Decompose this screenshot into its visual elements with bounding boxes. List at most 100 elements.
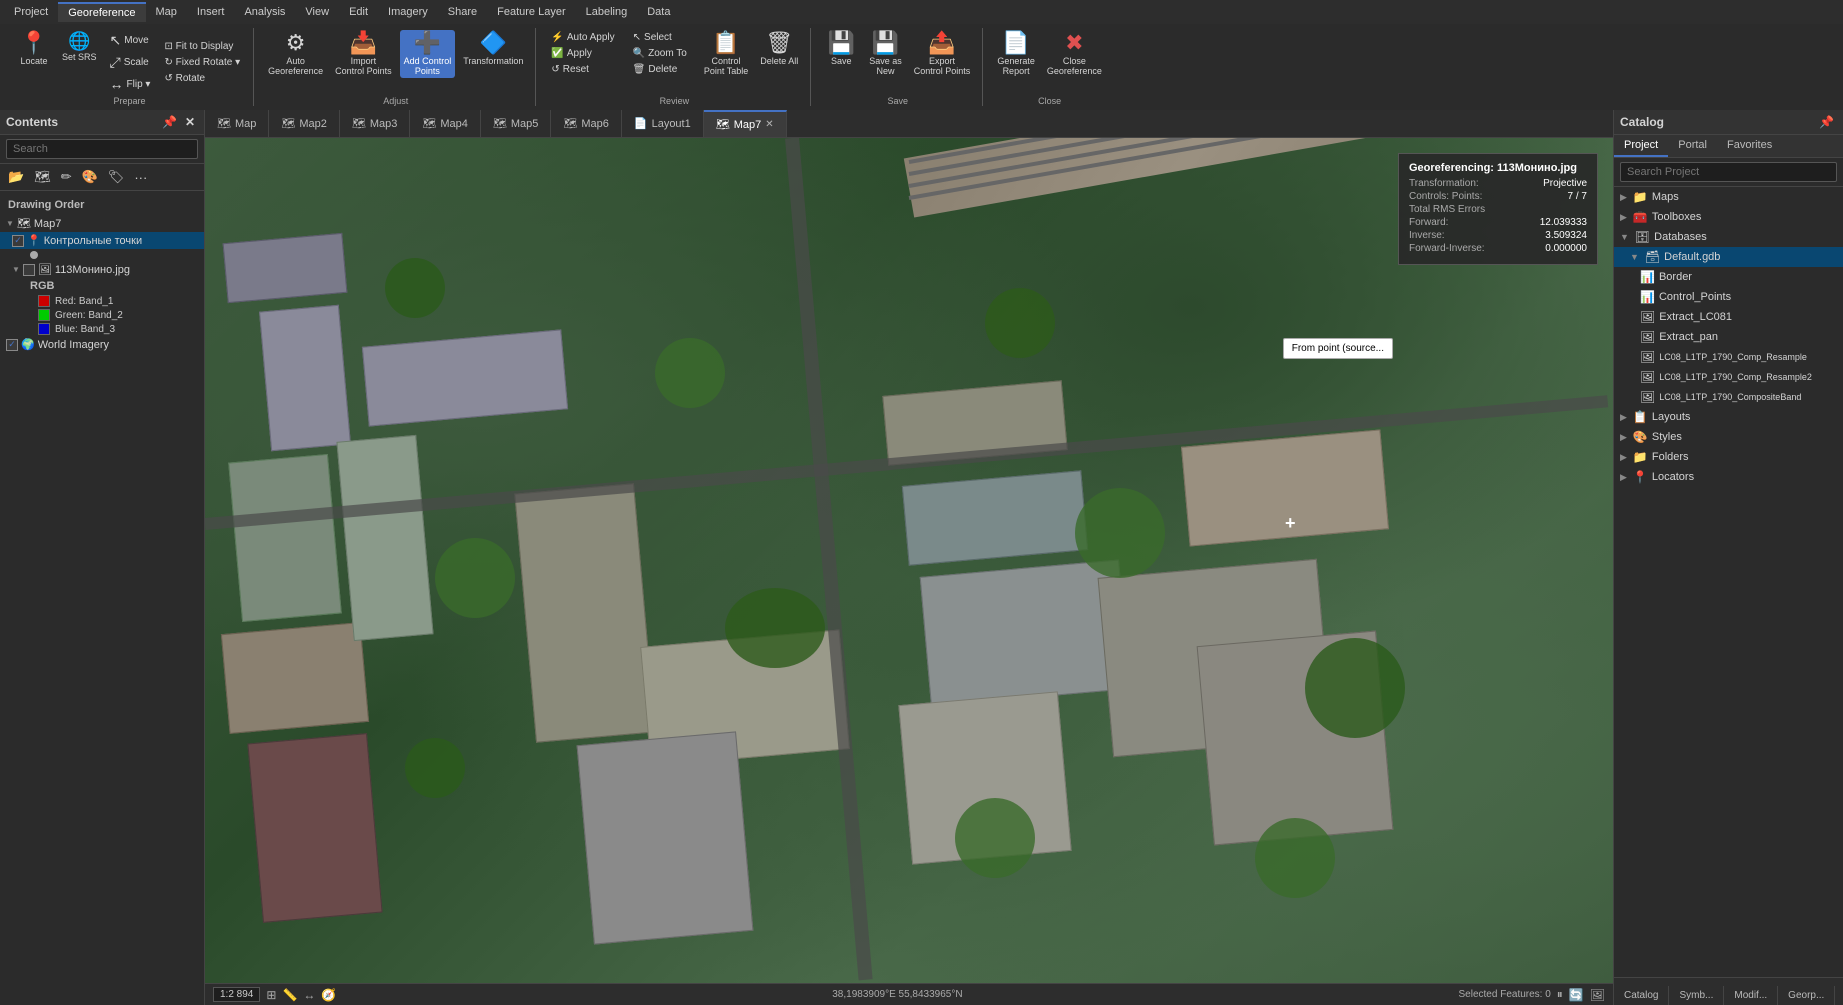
layer-dot bbox=[0, 249, 204, 261]
delete-all-button[interactable]: 🗑 Delete All bbox=[756, 30, 802, 68]
tab-feature-layer[interactable]: Feature Layer bbox=[487, 3, 575, 21]
tab-map6[interactable]: 🗺 Map6 bbox=[551, 110, 622, 137]
tab-georeference[interactable]: Georeference bbox=[58, 2, 145, 22]
add-layer-icon[interactable]: 📂 bbox=[4, 167, 28, 187]
bottom-tab-catalog[interactable]: Catalog bbox=[1614, 986, 1669, 1005]
apply-button[interactable]: ✅ Apply bbox=[546, 46, 619, 61]
set-srs-button[interactable]: 🌐 Set SRS bbox=[58, 30, 101, 94]
catalog-item-styles[interactable]: ▶ 🎨 Styles bbox=[1614, 427, 1843, 447]
generate-report-button[interactable]: 📄 GenerateReport bbox=[993, 30, 1039, 78]
georef-info-panel: Georeferencing: 113Монино.jpg Transforma… bbox=[1398, 153, 1598, 265]
catalog-item-databases[interactable]: ▼ 🗄 Databases bbox=[1614, 227, 1843, 247]
move-button[interactable]: ↖Move bbox=[105, 30, 156, 51]
export-control-points-button[interactable]: 📤 ExportControl Points bbox=[910, 30, 975, 78]
tab-data[interactable]: Data bbox=[637, 3, 680, 21]
catalog-item-lc08-comp2[interactable]: 🖼 LC08_L1TP_1790_Comp_Resample2 bbox=[1614, 367, 1843, 387]
pan-icon[interactable]: ↔ bbox=[303, 988, 315, 1002]
rotate-button[interactable]: ↺ Rotate bbox=[159, 71, 245, 86]
zoom-to-button[interactable]: 🔍 Zoom To bbox=[628, 46, 692, 61]
tab-share[interactable]: Share bbox=[438, 3, 487, 21]
contents-close-icon[interactable]: ✕ bbox=[182, 114, 198, 130]
catalog-item-toolboxes[interactable]: ▶ 🧰 Toolboxes bbox=[1614, 207, 1843, 227]
fixed-rotate-button[interactable]: ↻ Fixed Rotate ▾ bbox=[159, 55, 245, 70]
tab-map7[interactable]: 🗺 Map7 ✕ bbox=[704, 110, 787, 137]
map-viewport[interactable]: Georeferencing: 113Монино.jpg Transforma… bbox=[205, 138, 1613, 983]
tab-map2[interactable]: 🗺 Map2 bbox=[269, 110, 340, 137]
tab-view[interactable]: View bbox=[295, 3, 339, 21]
search-input[interactable] bbox=[6, 139, 198, 159]
catalog-item-lc08-composite[interactable]: 🖼 LC08_L1TP_1790_CompositeBand bbox=[1614, 387, 1843, 407]
catalog-item-control-points[interactable]: 📊 Control_Points bbox=[1614, 287, 1843, 307]
nav-icon[interactable]: 🧭 bbox=[321, 988, 336, 1002]
catalog-pin-icon[interactable]: 📌 bbox=[1816, 114, 1837, 130]
tab-insert[interactable]: Insert bbox=[187, 3, 235, 21]
layer-map7[interactable]: ▼ 🗺 Map7 bbox=[0, 215, 204, 232]
catalog-tab-portal[interactable]: Portal bbox=[1668, 135, 1717, 157]
tab-layout1[interactable]: 📄 Layout1 bbox=[622, 110, 704, 137]
tab-map5[interactable]: 🗺 Map5 bbox=[481, 110, 552, 137]
tab-map[interactable]: 🗺 Map bbox=[205, 110, 269, 137]
catalog-item-layouts[interactable]: ▶ 📋 Layouts bbox=[1614, 407, 1843, 427]
fit-to-button[interactable]: ⊡ Fit to Display bbox=[159, 39, 245, 54]
catalog-item-extract-lc081[interactable]: 🖼 Extract_LC081 bbox=[1614, 307, 1843, 327]
layer-control-points[interactable]: 📍 Контрольные точки bbox=[0, 232, 204, 249]
bottom-tab-symb[interactable]: Symb... bbox=[1669, 986, 1724, 1005]
catalog-tab-project[interactable]: Project bbox=[1614, 135, 1668, 157]
basemap-icon[interactable]: 🗺 bbox=[30, 167, 55, 187]
chevron-right-icon: ▶ bbox=[1620, 472, 1627, 483]
map7-close-icon[interactable]: ✕ bbox=[765, 119, 773, 130]
tab-edit[interactable]: Edit bbox=[339, 3, 378, 21]
scale-icon[interactable]: 📏 bbox=[282, 988, 297, 1002]
layer-world-imagery[interactable]: 🌍 World Imagery bbox=[0, 336, 204, 353]
auto-apply-button[interactable]: ⚡ Auto Apply bbox=[546, 30, 619, 45]
add-control-points-button[interactable]: ➕ Add ControlPoints bbox=[400, 30, 456, 78]
layout-icon: 📋 bbox=[1633, 410, 1648, 424]
bottom-tab-georp[interactable]: Georp... bbox=[1778, 986, 1835, 1005]
tab-analysis[interactable]: Analysis bbox=[234, 3, 295, 21]
symbology-icon[interactable]: 🎨 bbox=[78, 167, 102, 187]
transformation-button[interactable]: 🔷 Transformation bbox=[459, 30, 527, 68]
bottom-tab-modif[interactable]: Modif... bbox=[1724, 986, 1778, 1005]
control-point-table-button[interactable]: 📋 ControlPoint Table bbox=[700, 30, 752, 78]
tab-labeling[interactable]: Labeling bbox=[576, 3, 638, 21]
select-button[interactable]: ↖ Select bbox=[628, 30, 692, 45]
save-as-new-button[interactable]: 💾 Save asNew bbox=[865, 30, 906, 78]
catalog-item-maps[interactable]: ▶ 📁 Maps bbox=[1614, 187, 1843, 207]
catalog-item-lc08-comp1[interactable]: 🖼 LC08_L1TP_1790_Comp_Resample bbox=[1614, 347, 1843, 367]
checkbox-control[interactable] bbox=[12, 235, 24, 247]
more-icon[interactable]: ··· bbox=[130, 168, 151, 187]
locate-button[interactable]: 📍 Locate bbox=[14, 30, 54, 94]
catalog-item-locators[interactable]: ▶ 📍 Locators bbox=[1614, 467, 1843, 487]
item-label: Border bbox=[1659, 271, 1692, 283]
tab-project[interactable]: Project bbox=[4, 3, 58, 21]
contents-pin-icon[interactable]: 📌 bbox=[159, 114, 180, 130]
thumbnail-icon[interactable]: 🖼 bbox=[1590, 988, 1605, 1002]
tab-imagery[interactable]: Imagery bbox=[378, 3, 438, 21]
bottom-tab-creat[interactable]: Creat... bbox=[1835, 986, 1843, 1005]
checkbox-world[interactable] bbox=[6, 339, 18, 351]
catalog-item-folders[interactable]: ▶ 📁 Folders bbox=[1614, 447, 1843, 467]
tab-map3[interactable]: 🗺 Map3 bbox=[340, 110, 411, 137]
catalog-item-border[interactable]: 📊 Border bbox=[1614, 267, 1843, 287]
auto-georeference-button[interactable]: ⚙ AutoGeoreference bbox=[264, 30, 327, 78]
layer-monino[interactable]: ▼ 🖼 113Монино.jpg bbox=[0, 261, 204, 278]
tab-map[interactable]: Map bbox=[146, 3, 187, 21]
import-control-points-button[interactable]: 📥 ImportControl Points bbox=[331, 30, 396, 78]
catalog-tab-favorites[interactable]: Favorites bbox=[1717, 135, 1782, 157]
save-button[interactable]: 💾 Save bbox=[821, 30, 861, 68]
close-georeference-button[interactable]: ✖ CloseGeoreference bbox=[1043, 30, 1106, 78]
label-icon[interactable]: 🏷 bbox=[104, 167, 129, 187]
catalog-search-input[interactable] bbox=[1620, 162, 1837, 182]
tab-map4[interactable]: 🗺 Map4 bbox=[410, 110, 481, 137]
edit-icon[interactable]: ✏ bbox=[57, 167, 76, 187]
catalog-item-default-gdb[interactable]: ▼ 🗃 Default.gdb bbox=[1614, 247, 1843, 267]
catalog-item-extract-pan[interactable]: 🖼 Extract_pan bbox=[1614, 327, 1843, 347]
sync-icon[interactable]: 🔄 bbox=[1569, 988, 1584, 1002]
scale-button[interactable]: ⤢Scale bbox=[105, 52, 156, 73]
grid-icon[interactable]: ⊞ bbox=[266, 988, 276, 1002]
delete-button[interactable]: 🗑 Delete bbox=[628, 62, 692, 77]
flip-button[interactable]: ↔Flip ▾ bbox=[105, 74, 156, 94]
contents-title: Contents bbox=[6, 115, 58, 129]
checkbox-monino[interactable] bbox=[23, 264, 35, 276]
reset-button[interactable]: ↺ Reset bbox=[546, 62, 619, 77]
